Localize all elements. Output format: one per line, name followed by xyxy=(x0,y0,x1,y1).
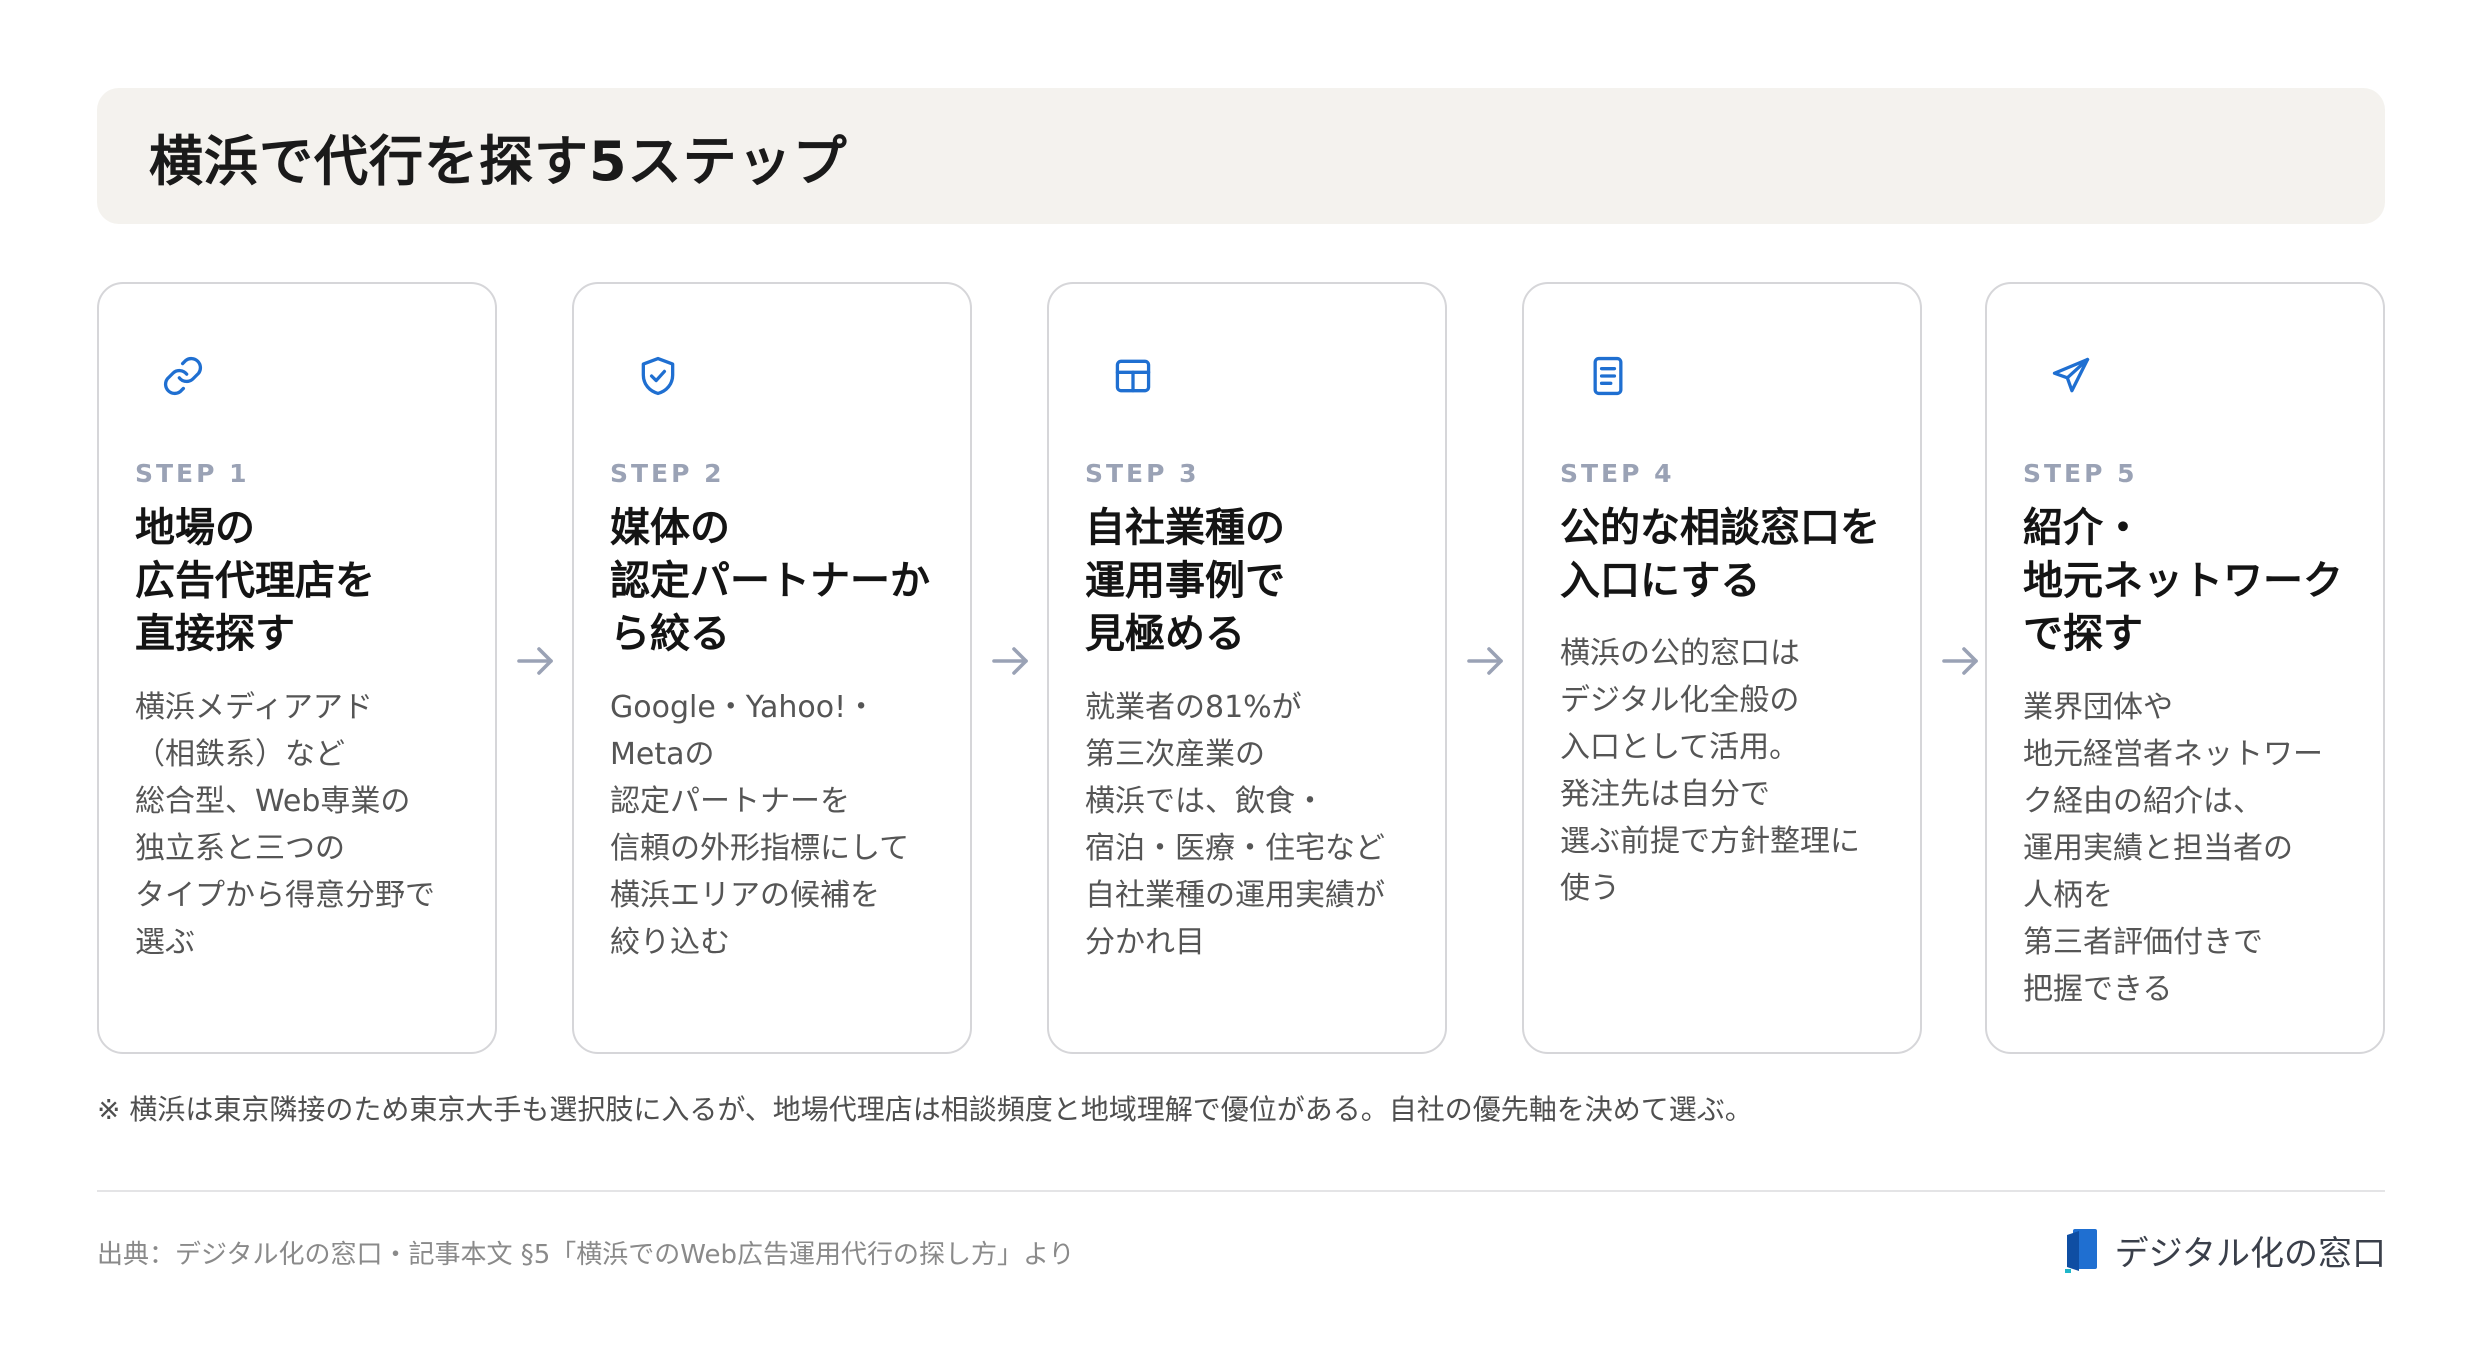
step-title: 自社業種の 運用事例で 見極める xyxy=(1085,505,1285,657)
step-card-5: STEP 5 紹介・ 地元ネットワーク で探す 業界団体や 地元経営者ネットワー… xyxy=(1985,282,2385,1054)
source-citation: 出典：デジタル化の窓口・記事本文 §5「横浜でのWeb広告運用代行の探し方」より xyxy=(97,1240,1075,1270)
step-label: STEP 1 xyxy=(135,459,250,488)
title-bar: 横浜で代行を探す5ステップ xyxy=(97,88,2385,224)
document-icon xyxy=(1586,354,1630,398)
arrow-right-icon xyxy=(986,637,1034,685)
step-title: 紹介・ 地元ネットワーク で探す xyxy=(2023,505,2343,657)
arrow-right-icon xyxy=(1461,637,1509,685)
step-description: 横浜の公的窓口は デジタル化全般の 入口として活用。 発注先は自分で 選ぶ前提で… xyxy=(1560,636,1860,906)
step-title: 媒体の 認定パートナーか ら絞る xyxy=(610,505,930,657)
step-label: STEP 3 xyxy=(1085,459,1200,488)
grid-icon xyxy=(1111,354,1155,398)
brand: デジタル化の窓口 xyxy=(2063,1226,2386,1275)
step-card-3: STEP 3 自社業種の 運用事例で 見極める 就業者の81%が 第三次産業の … xyxy=(1047,282,1447,1054)
step-card-2: STEP 2 媒体の 認定パートナーか ら絞る Google・Yahoo!・ M… xyxy=(572,282,972,1054)
page-title: 横浜で代行を探す5ステップ xyxy=(149,129,848,193)
step-label: STEP 5 xyxy=(2023,459,2138,488)
step-label: STEP 2 xyxy=(610,459,725,488)
brand-logo-icon xyxy=(2063,1227,2101,1275)
arrow-right-icon xyxy=(1936,637,1984,685)
steps-row: STEP 1 地場の 広告代理店を 直接探す 横浜メディアアド （相鉄系）など … xyxy=(97,282,2385,1054)
step-description: 横浜メディアアド （相鉄系）など 総合型、Web専業の 独立系と三つの タイプか… xyxy=(135,690,435,960)
step-label: STEP 4 xyxy=(1560,459,1675,488)
footnote: ※ 横浜は東京隣接のため東京大手も選択肢に入るが、地場代理店は相談頻度と地域理解… xyxy=(97,1093,1753,1126)
brand-name: デジタル化の窓口 xyxy=(2114,1234,2386,1274)
step-card-4: STEP 4 公的な相談窓口を 入口にする 横浜の公的窓口は デジタル化全般の … xyxy=(1522,282,1922,1054)
send-icon xyxy=(2049,354,2093,398)
divider xyxy=(97,1190,2385,1192)
step-title: 地場の 広告代理店を 直接探す xyxy=(135,505,375,657)
link-icon xyxy=(161,354,205,398)
shield-check-icon xyxy=(636,354,680,398)
step-card-1: STEP 1 地場の 広告代理店を 直接探す 横浜メディアアド （相鉄系）など … xyxy=(97,282,497,1054)
step-title: 公的な相談窓口を 入口にする xyxy=(1560,505,1880,604)
arrow-right-icon xyxy=(511,637,559,685)
step-description: 業界団体や 地元経営者ネットワー ク経由の紹介は、 運用実績と担当者の 人柄を … xyxy=(2023,690,2323,1007)
step-description: Google・Yahoo!・ Metaの 認定パートナーを 信頼の外形指標にして… xyxy=(610,690,910,960)
step-description: 就業者の81%が 第三次産業の 横浜では、飲食・ 宿泊・医療・住宅など 自社業種… xyxy=(1085,690,1385,960)
